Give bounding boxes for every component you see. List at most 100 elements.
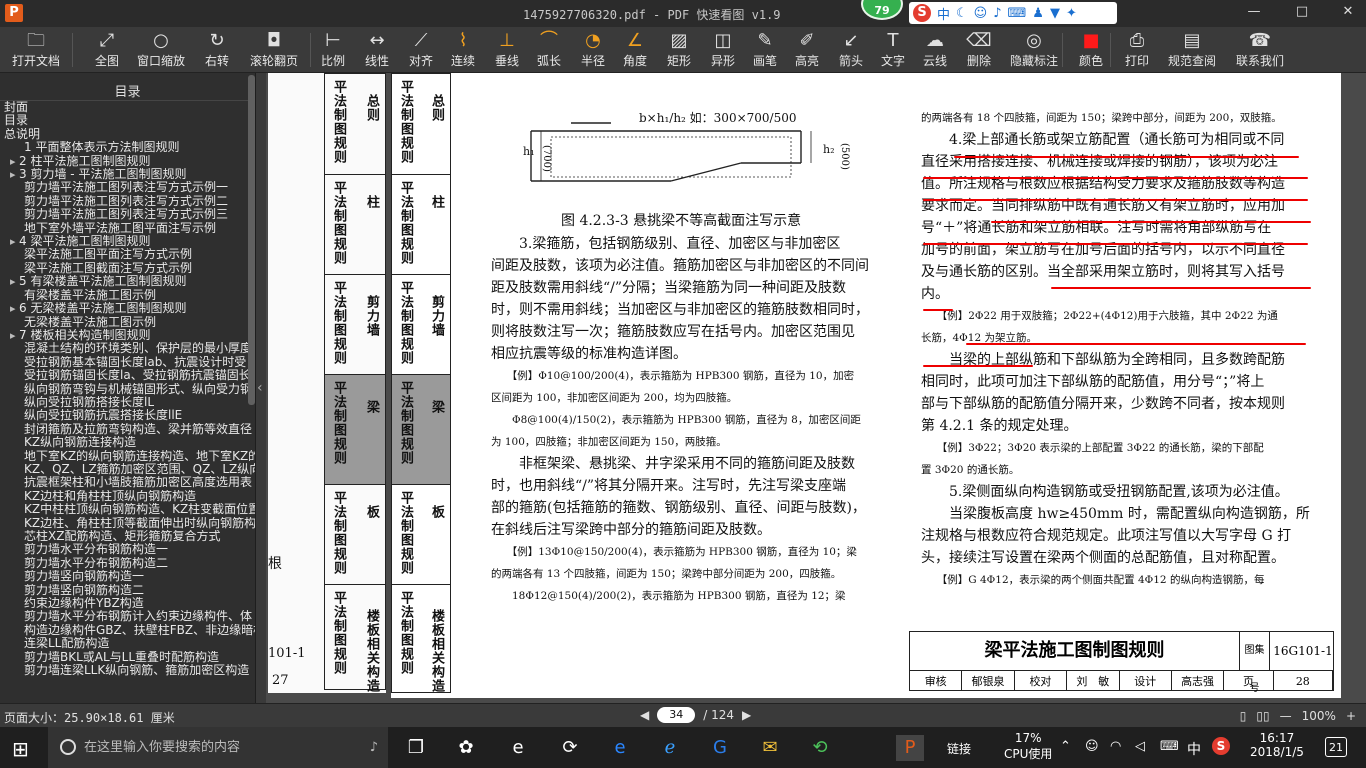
toc-item[interactable]: KZ、QZ、LZ箍筋加密区范围、QZ、LZ纵向钢	[4, 463, 255, 476]
toc-item[interactable]: 剪力墙连梁LLK纵向钢筋、箍筋加密区构造	[4, 664, 255, 677]
toolbar-highlight-button[interactable]: ✐ 高亮	[790, 29, 824, 73]
annotation-underline[interactable]	[923, 243, 1308, 245]
toc-item[interactable]: 受拉钢筋锚固长度la、受拉钢筋抗震锚固长	[4, 369, 255, 382]
toc-item[interactable]: 剪力墙水平分布钢筋构造一	[4, 543, 255, 556]
toc-item[interactable]: 目录	[4, 114, 255, 127]
nav-row[interactable]: 平法制图规则 剪力墙	[325, 274, 385, 374]
toolbar-book-button[interactable]: ▤ 规范查阅	[1164, 29, 1220, 73]
toc-item[interactable]: KZ纵向钢筋连接构造	[4, 436, 255, 449]
smile-icon[interactable]: ☺	[974, 6, 988, 21]
toolbar-contact-button[interactable]: ☎ 联系我们	[1232, 29, 1288, 73]
g-app-icon[interactable]: G	[706, 735, 734, 761]
spiral-app-icon[interactable]: ⟳	[556, 735, 584, 761]
toolbar-folder-button[interactable]: 🗀 打开文档	[8, 29, 64, 73]
toc-item[interactable]: 构造边缘构件GBZ、扶壁柱FBZ、非边缘暗柱	[4, 624, 255, 637]
document-viewer[interactable]: 平法制图规则 总则 平法制图规则柱平法制图规则 剪力墙 平法制图规则梁平法制图规则板平法…	[266, 73, 1366, 703]
annotation-underline[interactable]	[923, 365, 1033, 367]
sidebar-scrollbar[interactable]	[248, 75, 255, 405]
toc-item[interactable]: 纵向受拉钢筋抗震搭接长度llE	[4, 409, 255, 422]
toc-item[interactable]: 地下室外墙平法施工图平面注写示例	[4, 222, 255, 235]
toc-item[interactable]: 梁平法施工图平面注写方式示例	[4, 248, 255, 261]
toc-item[interactable]: 4 梁平法施工图制图规则	[4, 235, 255, 248]
sogou-s-icon[interactable]: S	[913, 4, 931, 22]
people-icon[interactable]: ☺	[1085, 739, 1099, 754]
toolbar-eye-off-button[interactable]: ◎ 隐藏标注	[1004, 29, 1064, 73]
toolbar-linear-button[interactable]: ↔ 线性	[360, 29, 394, 73]
toc-item[interactable]: 剪力墙平法施工图列表注写方式示例三	[4, 208, 255, 221]
zoom-in-icon[interactable]: +	[1346, 709, 1356, 723]
toc-item[interactable]: 纵向受拉钢筋搭接长度lL	[4, 396, 255, 409]
toc-item[interactable]: 芯柱XZ配筋构造、矩形箍筋复合方式	[4, 530, 255, 543]
toolbar-continuous-button[interactable]: ⌇ 连续	[446, 29, 480, 73]
toc-item[interactable]: 7 楼板相关构造制图规则	[4, 329, 255, 342]
toolbar-fit-button[interactable]: ⤢ 全图	[90, 29, 124, 73]
nav-row[interactable]: 平法制图规则梁	[325, 374, 385, 484]
annotation-underline[interactable]	[966, 343, 1306, 345]
zoom-out-icon[interactable]: —	[1280, 709, 1292, 723]
notification-badge[interactable]: 79	[861, 0, 903, 20]
toc-item[interactable]: 地下室KZ的纵向钢筋连接构造、地下室KZ的	[4, 450, 255, 463]
toc-item[interactable]: 剪力墙竖向钢筋构造二	[4, 584, 255, 597]
toolbar-radius-button[interactable]: ◔ 半径	[576, 29, 610, 73]
action-center-icon[interactable]: 21	[1325, 737, 1347, 757]
toolbar-zoom-button[interactable]: ○ 窗口缩放	[135, 29, 187, 73]
notes-app-icon[interactable]: ✉	[756, 735, 784, 761]
link-label[interactable]: 链接	[947, 740, 971, 757]
nav-row[interactable]: 平法制图规则梁	[392, 374, 450, 484]
single-page-icon[interactable]: ▯	[1240, 709, 1247, 723]
toc-item[interactable]: 纵向钢筋弯钩与机械锚固形式、纵向受力钢	[4, 383, 255, 396]
keyboard-tray-icon[interactable]: ⌨	[1160, 739, 1179, 754]
toc-item[interactable]: KZ边柱和角柱柱顶纵向钢筋构造	[4, 490, 255, 503]
toc-item[interactable]: 1 平面整体表示方法制图规则	[4, 141, 255, 154]
windows-start-icon[interactable]: ⊞	[12, 737, 29, 761]
browser-e-icon[interactable]: e	[504, 735, 532, 761]
nav-row[interactable]: 平法制图规则 柱	[392, 174, 450, 274]
ime-mode-label[interactable]: 中	[937, 4, 950, 23]
toolbar-rotate-button[interactable]: ↻ 右转	[200, 29, 234, 73]
nav-row[interactable]: 平法制图规则 板	[392, 484, 450, 584]
pdf-viewer-taskbar-icon[interactable]: P	[896, 735, 924, 761]
pinwheel-app-icon[interactable]: ✿	[452, 735, 480, 761]
toc-item[interactable]: 连梁LL配筋构造	[4, 637, 255, 650]
toc-item[interactable]: 梁平法施工图截面注写方式示例	[4, 262, 255, 275]
toc-item[interactable]: KZ中柱柱顶纵向钢筋构造、KZ柱变截面位置	[4, 503, 255, 516]
toc-item[interactable]: 剪力墙水平分布钢筋计入约束边缘构件、体	[4, 610, 255, 623]
close-button[interactable]: ✕	[1338, 4, 1358, 22]
toolbar-mouse-button[interactable]: ◘ 滚轮翻页	[248, 29, 300, 73]
keyboard-icon[interactable]: ⌨	[1008, 6, 1027, 21]
toolbar-perpendicular-button[interactable]: ⊥ 垂线	[490, 29, 524, 73]
ime-mode[interactable]: 中	[1187, 739, 1201, 759]
ie-icon[interactable]: ℯ	[656, 735, 684, 761]
toolbar-cloud-button[interactable]: ☁ 云线	[918, 29, 952, 73]
toolbar-scale-button[interactable]: ⊢ 比例	[316, 29, 350, 73]
current-page-input[interactable]: 34	[657, 707, 696, 723]
minimize-button[interactable]: —	[1244, 4, 1264, 22]
mic-icon[interactable]: ♪	[370, 727, 378, 768]
ime-toolbar[interactable]: S 中 ☾ ☺ ♪ ⌨ ♟ ▼ ✦	[909, 2, 1117, 24]
nav-row[interactable]: 平法制图规则 总则	[325, 74, 385, 174]
toc-item[interactable]: 有梁楼盖平法施工图示例	[4, 289, 255, 302]
wrench-icon[interactable]: ✦	[1066, 6, 1077, 21]
toc-item[interactable]: 3 剪力墙 - 平法施工图制图规则	[4, 168, 255, 181]
wifi-icon[interactable]: ◠	[1110, 739, 1121, 754]
toc-item[interactable]: 剪力墙平法施工图列表注写方式示例一	[4, 181, 255, 194]
maximize-button[interactable]: □	[1292, 4, 1312, 22]
tray-up-icon[interactable]: ⌃	[1060, 739, 1071, 754]
sogou-tray-icon[interactable]: S	[1212, 737, 1230, 755]
toc-item[interactable]: 剪力墙BKL或AL与LL重叠时配筋构造	[4, 651, 255, 664]
cpu-widget[interactable]: 17% CPU使用	[1004, 731, 1052, 762]
toc-item[interactable]: 剪力墙平法施工图列表注写方式示例二	[4, 195, 255, 208]
nav-row[interactable]: 平法制图规则 总则	[392, 74, 450, 174]
nav-row[interactable]: 平法制图规则 楼板相关构造	[325, 584, 385, 693]
toc-item[interactable]: 6 无梁楼盖平法施工图制图规则	[4, 302, 255, 315]
toolbar-eraser-button[interactable]: ⌫ 删除	[962, 29, 996, 73]
nav-row[interactable]: 平法制图规则 剪力墙	[392, 274, 450, 374]
annotation-underline[interactable]	[1051, 287, 1311, 289]
person-icon[interactable]: ♟	[1032, 6, 1044, 21]
toolbar-angle-button[interactable]: ∠ 角度	[618, 29, 652, 73]
toolbar-shape-button[interactable]: ◫ 异形	[706, 29, 740, 73]
toc-item[interactable]: 约束边缘构件YBZ构造	[4, 597, 255, 610]
toc-item[interactable]: 抗震框架柱和小墙肢箍筋加密区高度选用表	[4, 476, 255, 489]
annotation-underline[interactable]	[923, 199, 1308, 201]
annotation-underline[interactable]	[923, 309, 953, 311]
